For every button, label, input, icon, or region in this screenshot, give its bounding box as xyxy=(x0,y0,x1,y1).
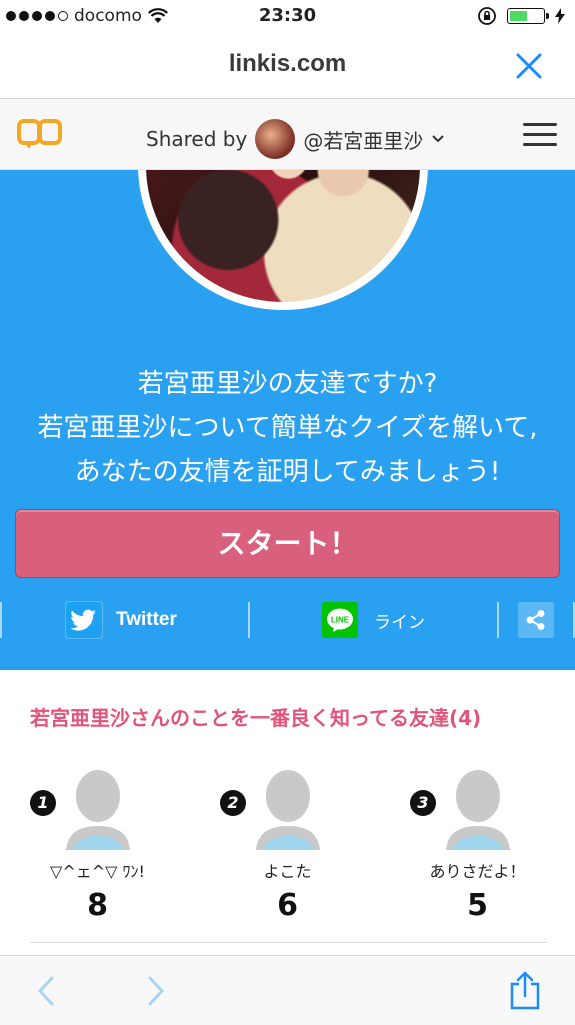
quiz-hero: 若宮亜里沙の友達ですか? 若宮亜里沙について簡単なクイズを解いて, あなたの友情… xyxy=(0,170,575,670)
profile-photo xyxy=(138,170,428,310)
status-bar: docomo 23:30 xyxy=(0,0,575,34)
share-divider xyxy=(248,602,250,638)
line-label: ライン xyxy=(374,612,425,633)
linkis-logo-icon[interactable] xyxy=(16,117,64,151)
default-avatar-icon xyxy=(66,770,130,850)
friends-section-title: 若宮亜里沙さんのことを一番良く知ってる友達(4) xyxy=(30,706,482,730)
hero-message: 若宮亜里沙の友達ですか? 若宮亜里沙について簡単なクイズを解いて, あなたの友情… xyxy=(0,362,575,494)
twitter-share-button[interactable]: Twitter xyxy=(66,602,177,638)
browser-toolbar xyxy=(0,955,575,1025)
status-right xyxy=(477,6,565,26)
friend-card[interactable]: 3 ありさだよ！ 5 xyxy=(410,770,575,930)
chevron-down-icon xyxy=(432,135,445,143)
share-divider xyxy=(0,602,2,638)
line-icon: LINE xyxy=(322,602,358,638)
shared-by-dropdown[interactable]: Shared by @若宮亜里沙 xyxy=(146,119,445,159)
start-button[interactable]: スタート！ xyxy=(15,509,560,578)
friend-score: 8 xyxy=(87,888,108,923)
friend-score: 5 xyxy=(467,888,488,923)
twitter-label: Twitter xyxy=(116,609,177,630)
hamburger-menu-icon[interactable] xyxy=(523,123,557,147)
share-header: Shared by @若宮亜里沙 xyxy=(0,99,575,170)
friend-name: ▽^ェ^▽ ﾜﾝ! xyxy=(50,862,145,881)
share-divider xyxy=(497,602,499,638)
friend-card[interactable]: 1 ▽^ェ^▽ ﾜﾝ! 8 xyxy=(30,770,220,930)
hero-line-1: 若宮亜里沙の友達ですか? xyxy=(137,369,438,399)
battery-icon xyxy=(507,8,549,24)
back-arrow-icon[interactable] xyxy=(34,974,58,1008)
rank-badge: 3 xyxy=(410,790,436,816)
section-divider xyxy=(30,942,547,943)
shared-by-label: Shared by xyxy=(146,127,248,151)
rank-badge: 1 xyxy=(30,790,56,816)
forward-arrow-icon[interactable] xyxy=(144,974,168,1008)
url-bar: linkis.com xyxy=(0,34,575,99)
share-more-icon[interactable] xyxy=(518,602,554,638)
hero-line-3: あなたの友情を証明してみましょう! xyxy=(74,457,501,487)
avatar xyxy=(255,119,296,159)
friend-name: ありさだよ！ xyxy=(429,862,526,881)
url-domain[interactable]: linkis.com xyxy=(0,50,575,78)
charging-icon xyxy=(555,8,565,24)
friend-name: よこた xyxy=(263,862,312,881)
line-icon-text: LINE xyxy=(331,616,350,625)
rank-badge: 2 xyxy=(220,790,246,816)
hero-line-2: 若宮亜里沙について簡単なクイズを解いて, xyxy=(37,413,538,443)
line-share-button[interactable]: LINE ライン xyxy=(322,602,425,638)
friend-score: 6 xyxy=(277,888,298,923)
orientation-lock-icon xyxy=(478,7,496,25)
twitter-icon xyxy=(66,602,102,638)
close-icon[interactable] xyxy=(513,50,545,82)
share-icon[interactable] xyxy=(508,970,542,1010)
friend-card[interactable]: 2 よこた 6 xyxy=(220,770,410,930)
default-avatar-icon xyxy=(256,770,320,850)
shared-by-username: @若宮亜里沙 xyxy=(303,128,424,153)
default-avatar-icon xyxy=(446,770,510,850)
share-row: Twitter LINE ライン xyxy=(0,602,575,640)
